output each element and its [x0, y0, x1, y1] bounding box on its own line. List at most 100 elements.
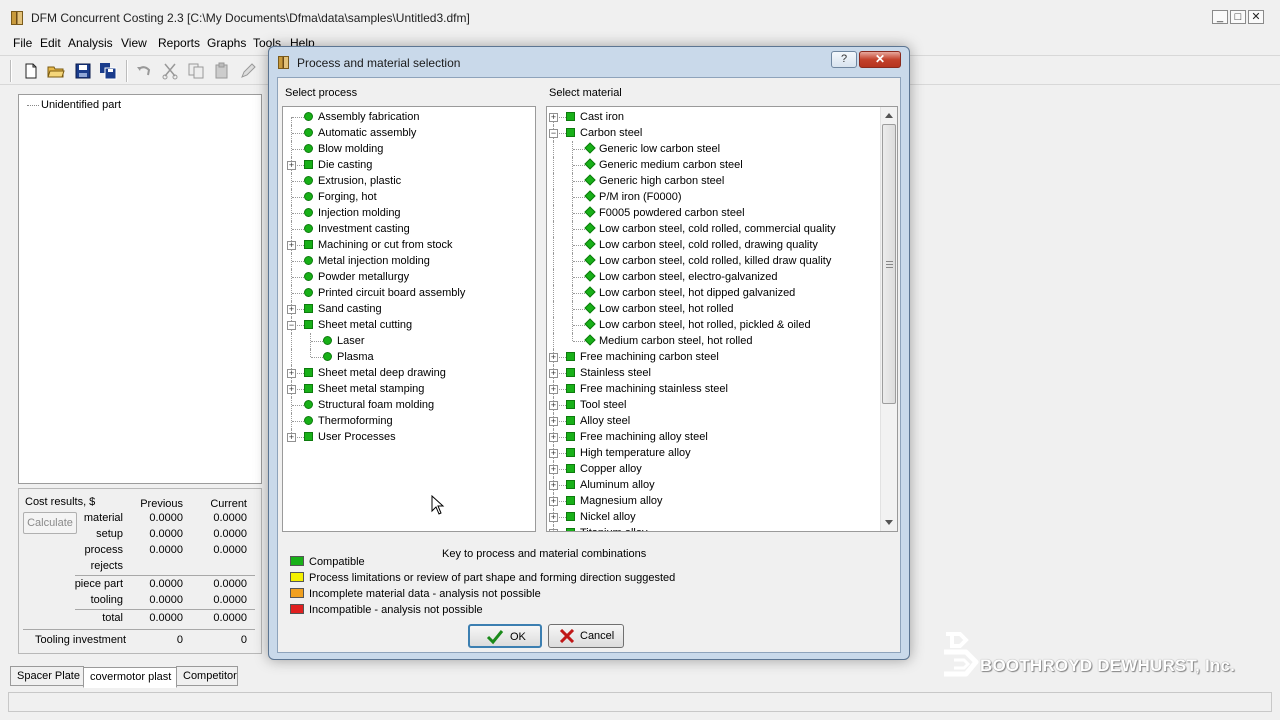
expand-icon[interactable]: +: [287, 305, 296, 314]
ok-button[interactable]: OK: [468, 624, 542, 648]
tree-item[interactable]: + Sand casting: [283, 301, 535, 317]
tree-item[interactable]: + Die casting: [283, 157, 535, 173]
minimize-button[interactable]: _: [1212, 10, 1228, 24]
save-icon[interactable]: [74, 62, 92, 80]
tab-competitor[interactable]: Competitor: [176, 666, 238, 686]
tree-item[interactable]: + High temperature alloy: [547, 445, 877, 461]
tree-item[interactable]: + Alloy steel: [547, 413, 877, 429]
menu-file[interactable]: File: [13, 36, 32, 50]
cancel-button[interactable]: Cancel: [548, 624, 624, 648]
tree-item[interactable]: Low carbon steel, cold rolled, commercia…: [547, 221, 877, 237]
expand-icon[interactable]: +: [287, 241, 296, 250]
collapse-icon[interactable]: −: [549, 129, 558, 138]
menu-view[interactable]: View: [121, 36, 147, 50]
scrollbar-thumb[interactable]: [882, 124, 896, 404]
dialog-close-button[interactable]: ✕: [859, 51, 901, 68]
expand-icon[interactable]: +: [549, 529, 558, 531]
tree-item[interactable]: Metal injection molding: [283, 253, 535, 269]
expand-icon[interactable]: +: [549, 369, 558, 378]
tree-item[interactable]: + Cast iron: [547, 109, 877, 133]
expand-icon[interactable]: +: [549, 401, 558, 410]
maximize-button[interactable]: □: [1230, 10, 1246, 24]
expand-icon[interactable]: +: [549, 417, 558, 426]
expand-icon[interactable]: +: [287, 433, 296, 442]
tree-item[interactable]: Structural foam molding: [283, 397, 535, 413]
tree-item[interactable]: Thermoforming: [283, 413, 535, 429]
tree-item[interactable]: Generic high carbon steel: [547, 173, 877, 189]
process-tree[interactable]: Assembly fabrication Automatic assembly Bl…: [282, 106, 536, 532]
menu-reports[interactable]: Reports: [158, 36, 200, 50]
expand-icon[interactable]: +: [287, 369, 296, 378]
tree-item[interactable]: − Sheet metal cutting: [283, 317, 535, 333]
expand-icon[interactable]: +: [549, 465, 558, 474]
save-all-icon[interactable]: [99, 62, 117, 80]
tree-item[interactable]: Low carbon steel, electro-galvanized: [547, 269, 877, 285]
scroll-up-icon[interactable]: [885, 113, 893, 118]
tree-item[interactable]: + Copper alloy: [547, 461, 877, 477]
dialog-titlebar[interactable]: Process and material selection ? ✕: [269, 47, 909, 77]
tree-item[interactable]: Medium carbon steel, hot rolled: [547, 333, 877, 349]
tree-item[interactable]: + User Processes: [283, 429, 535, 445]
expand-icon[interactable]: +: [549, 113, 558, 122]
tree-item[interactable]: + Stainless steel: [547, 365, 877, 381]
tree-item[interactable]: Generic low carbon steel: [547, 141, 877, 157]
expand-icon[interactable]: +: [549, 481, 558, 490]
paste-icon[interactable]: [213, 62, 231, 80]
expand-icon[interactable]: +: [549, 353, 558, 362]
scroll-down-icon[interactable]: [885, 520, 893, 525]
tree-item[interactable]: + Free machining alloy steel: [547, 429, 877, 445]
tree-item[interactable]: Low carbon steel, hot dipped galvanized: [547, 285, 877, 301]
menu-analysis[interactable]: Analysis: [68, 36, 113, 50]
help-button[interactable]: ?: [831, 51, 857, 68]
tree-item[interactable]: Assembly fabrication: [283, 109, 535, 133]
expand-icon[interactable]: +: [549, 497, 558, 506]
tree-item[interactable]: + Titanium alloy: [547, 525, 877, 531]
tree-item[interactable]: Printed circuit board assembly: [283, 285, 535, 301]
tree-item[interactable]: + Nickel alloy: [547, 509, 877, 525]
copy-icon[interactable]: [187, 62, 205, 80]
tree-item-root[interactable]: Unidentified part: [41, 99, 121, 111]
tree-item[interactable]: Low carbon steel, hot rolled: [547, 301, 877, 317]
material-scrollbar[interactable]: [880, 107, 897, 531]
tree-item[interactable]: Plasma: [283, 349, 535, 365]
menu-graphs[interactable]: Graphs: [207, 36, 246, 50]
tree-item[interactable]: Generic medium carbon steel: [547, 157, 877, 173]
tree-item[interactable]: Powder metallurgy: [283, 269, 535, 285]
undo-icon[interactable]: [135, 62, 153, 80]
tree-item[interactable]: Low carbon steel, hot rolled, pickled & …: [547, 317, 877, 333]
tree-item[interactable]: + Machining or cut from stock: [283, 237, 535, 253]
expand-icon[interactable]: +: [549, 513, 558, 522]
tree-item[interactable]: Extrusion, plastic: [283, 173, 535, 189]
tree-item[interactable]: Blow molding: [283, 141, 535, 157]
tree-item[interactable]: Investment casting: [283, 221, 535, 237]
tree-item[interactable]: Forging, hot: [283, 189, 535, 205]
tree-item[interactable]: − Carbon steel: [547, 125, 877, 141]
tree-item[interactable]: Automatic assembly: [283, 125, 535, 141]
tree-item[interactable]: + Magnesium alloy: [547, 493, 877, 509]
collapse-icon[interactable]: −: [287, 321, 296, 330]
tree-item[interactable]: Low carbon steel, cold rolled, killed dr…: [547, 253, 877, 269]
tree-item[interactable]: Low carbon steel, cold rolled, drawing q…: [547, 237, 877, 253]
open-folder-icon[interactable]: [47, 62, 65, 80]
tree-item[interactable]: F0005 powdered carbon steel: [547, 205, 877, 221]
tree-item[interactable]: + Aluminum alloy: [547, 477, 877, 493]
close-button[interactable]: ✕: [1248, 10, 1264, 24]
expand-icon[interactable]: +: [287, 385, 296, 394]
tree-item[interactable]: Laser: [283, 333, 535, 349]
new-file-icon[interactable]: [22, 62, 40, 80]
expand-icon[interactable]: +: [287, 161, 296, 170]
tree-item[interactable]: + Sheet metal deep drawing: [283, 365, 535, 381]
expand-icon[interactable]: +: [549, 385, 558, 394]
edit-icon[interactable]: [239, 62, 257, 80]
tab-spacer-plate[interactable]: Spacer Plate: [10, 666, 84, 686]
menu-edit[interactable]: Edit: [40, 36, 61, 50]
tree-item[interactable]: + Free machining stainless steel: [547, 381, 877, 397]
tree-item[interactable]: + Free machining carbon steel: [547, 349, 877, 365]
cut-icon[interactable]: [161, 62, 179, 80]
expand-icon[interactable]: +: [549, 449, 558, 458]
part-tree[interactable]: Unidentified part: [18, 94, 262, 484]
material-tree[interactable]: + Cast iron − Carbon steel Generic low carbo…: [546, 106, 898, 532]
tree-item[interactable]: Injection molding: [283, 205, 535, 221]
tree-item[interactable]: + Sheet metal stamping: [283, 381, 535, 397]
tree-item[interactable]: P/M iron (F0000): [547, 189, 877, 205]
